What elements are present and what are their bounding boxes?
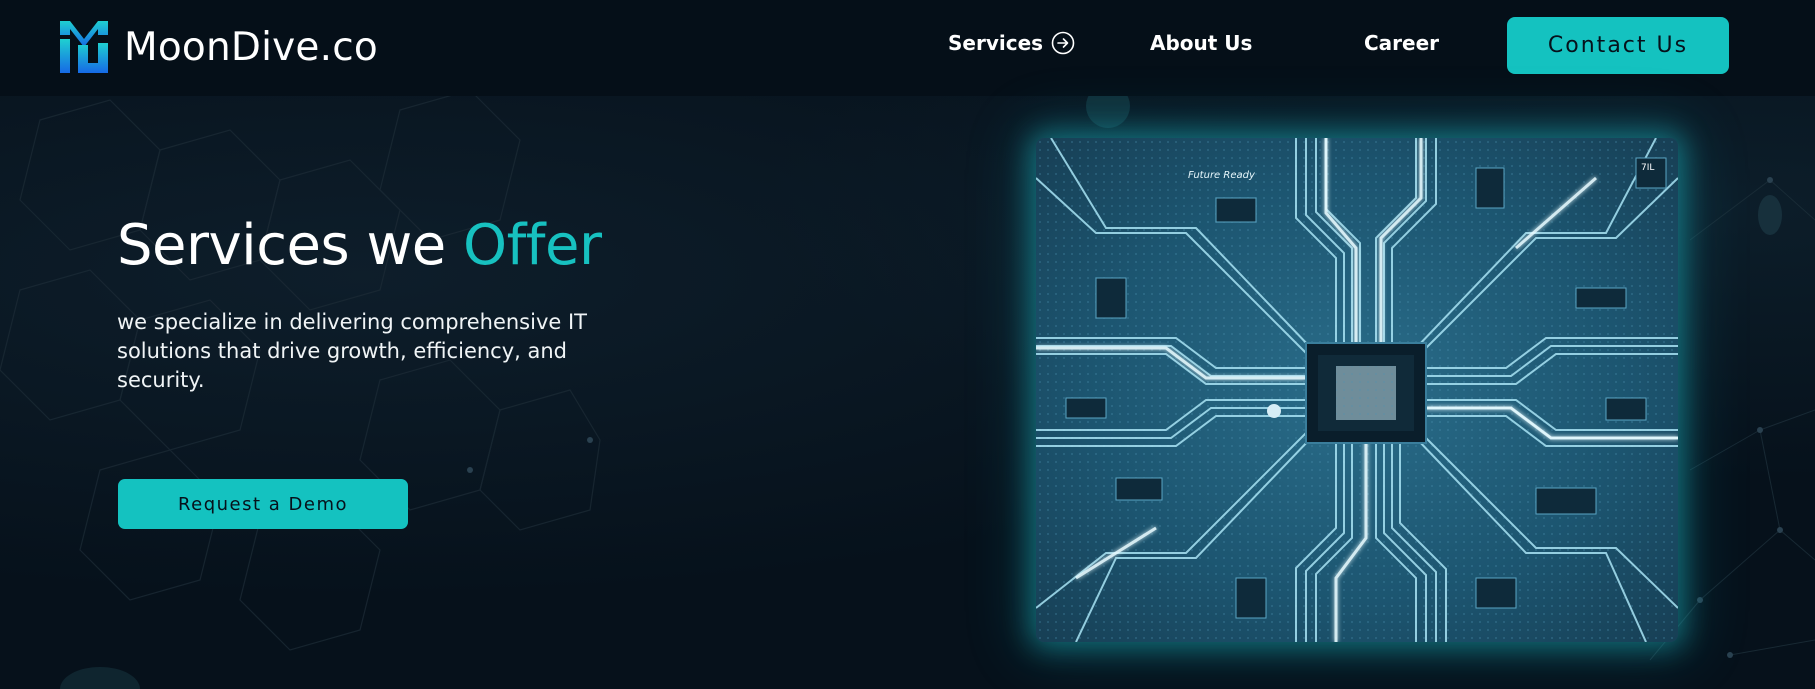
hero-description: we specialize in delivering comprehensiv… bbox=[117, 310, 587, 392]
image-caption-text: Future Ready bbox=[1188, 170, 1256, 181]
nav-about-us[interactable]: About Us bbox=[1150, 31, 1252, 55]
hero-title: Services we Offer bbox=[117, 213, 602, 278]
brand[interactable]: MoonDive.co bbox=[58, 18, 378, 76]
contact-us-button[interactable]: Contact Us bbox=[1507, 17, 1729, 74]
circuit-board-illustration: Future Ready 7IL bbox=[1036, 138, 1678, 642]
hero-title-main: Services we bbox=[117, 213, 463, 278]
hero-title-accent: Offer bbox=[463, 213, 602, 278]
nav-services-label: Services bbox=[948, 31, 1044, 55]
arrow-circle-right-icon bbox=[1051, 31, 1075, 55]
request-demo-button[interactable]: Request a Demo bbox=[118, 479, 408, 529]
site-header: MoonDive.co Services About Us Career Con… bbox=[0, 0, 1815, 96]
circuit-board-image: Future Ready 7IL bbox=[1036, 138, 1678, 642]
nav-career[interactable]: Career bbox=[1364, 31, 1439, 55]
brand-name: MoonDive.co bbox=[124, 24, 378, 70]
image-badge-text: 7IL bbox=[1641, 163, 1654, 173]
page: MoonDive.co Services About Us Career Con… bbox=[0, 0, 1815, 689]
moondive-logo-icon bbox=[60, 21, 108, 73]
nav-services[interactable]: Services bbox=[948, 31, 1075, 55]
